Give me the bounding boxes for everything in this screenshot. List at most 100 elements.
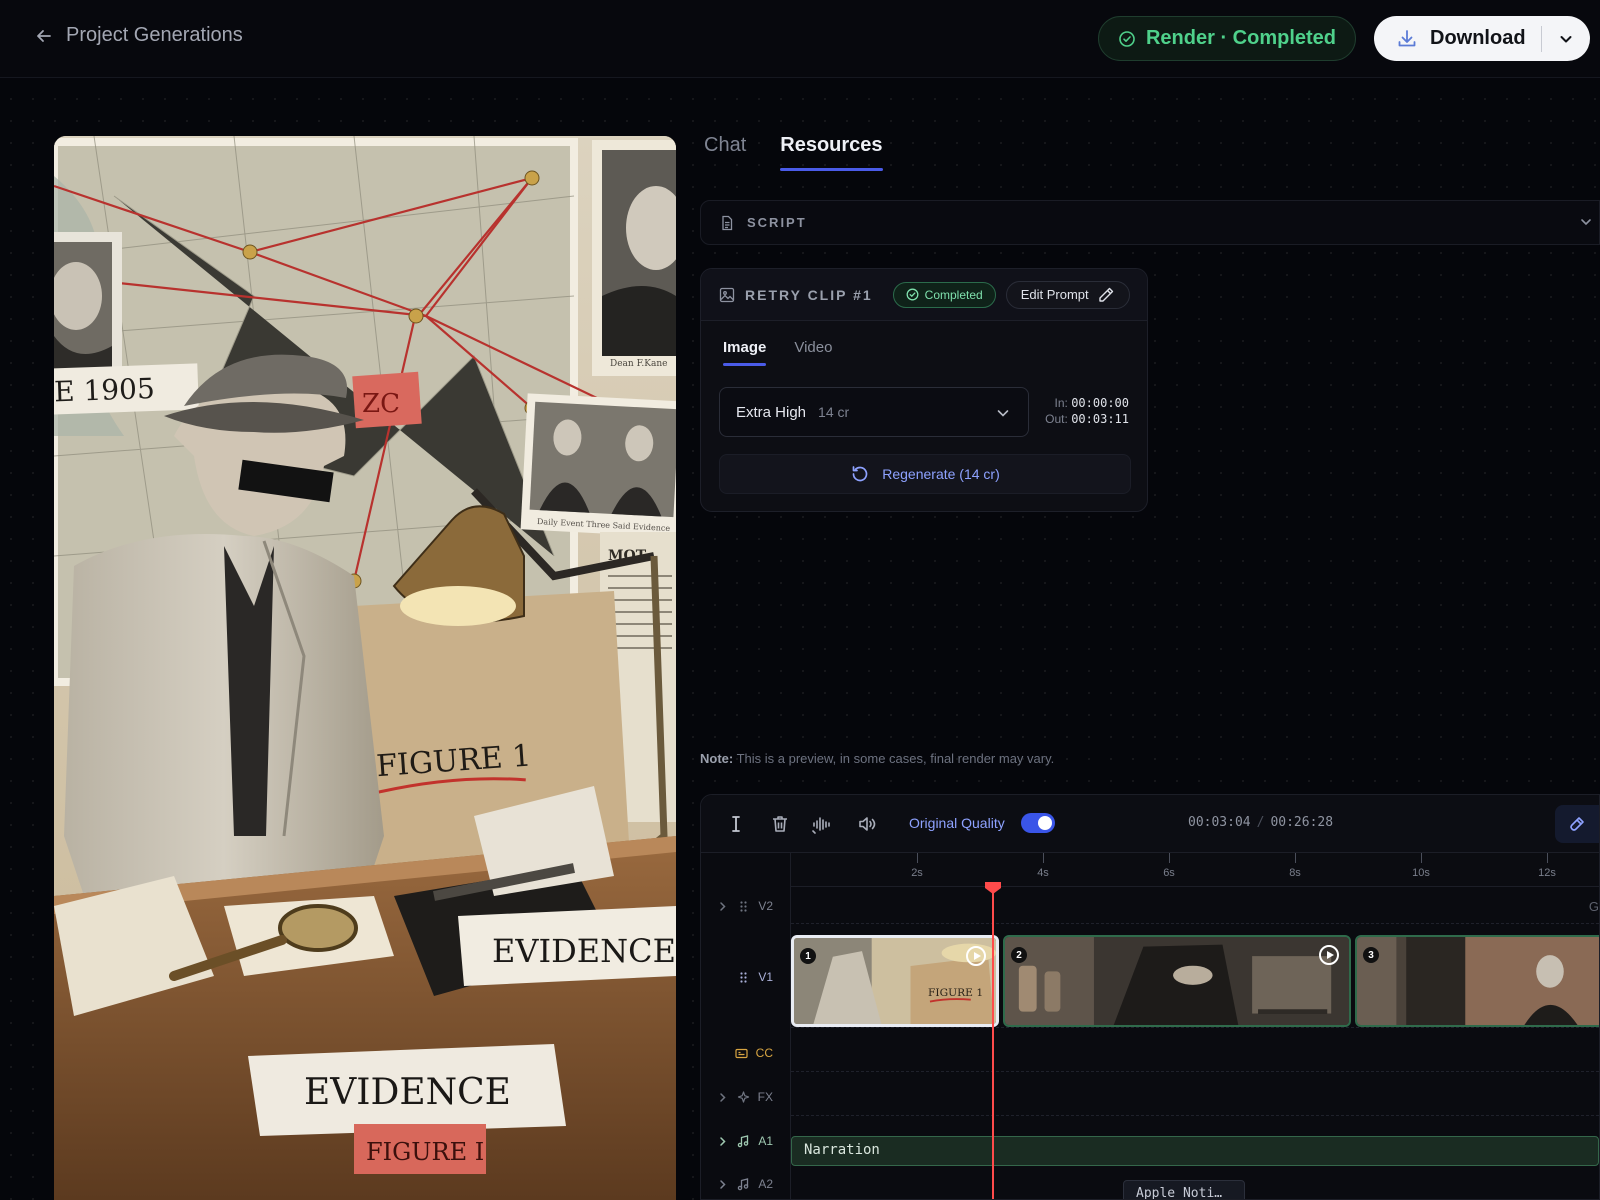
- clip-number: 2: [1011, 947, 1027, 963]
- download-options-button[interactable]: [1542, 16, 1590, 61]
- chevron-right-icon: [719, 1092, 726, 1102]
- total-time: 00:26:28: [1270, 815, 1334, 830]
- trash-icon[interactable]: [769, 813, 791, 835]
- clip-thumbnail: [1357, 937, 1599, 1025]
- track-v1-name: V1: [758, 970, 773, 984]
- chevron-down-icon: [1581, 219, 1591, 226]
- clip-card-header: RETRY CLIP #1 Completed Edit Prompt: [701, 269, 1147, 321]
- tab-resources[interactable]: Resources: [780, 134, 883, 171]
- timeline-toolbar: Original Quality 00:03:04/00:26:28: [701, 795, 1599, 853]
- time-ruler: 2s 4s 6s 8s 10s 12s: [791, 853, 1599, 887]
- original-quality-label: Original Quality: [909, 815, 1005, 831]
- clip-title: RETRY CLIP #1: [745, 286, 873, 303]
- track-a1-lane: [791, 1115, 1599, 1116]
- clip-status-badge: Completed: [892, 281, 996, 308]
- text-cursor-icon[interactable]: [725, 813, 747, 835]
- clip-thumbnail: [1005, 937, 1349, 1025]
- play-circle-icon[interactable]: [1319, 945, 1339, 965]
- track-fx-name: FX: [757, 1090, 773, 1104]
- narration-audio-clip[interactable]: Narration: [791, 1136, 1599, 1166]
- evidence-right-label: EVIDENCE: [492, 932, 676, 970]
- retry-clip-card: RETRY CLIP #1 Completed Edit Prompt Imag…: [700, 268, 1148, 512]
- edit-prompt-button[interactable]: Edit Prompt: [1005, 280, 1130, 309]
- drag-handle-icon: [740, 971, 747, 983]
- evidence-bottom-label: EVIDENCE: [304, 1072, 511, 1113]
- track-v2-label[interactable]: V2: [701, 889, 791, 923]
- in-out-times: In: 00:00:00 Out: 00:03:11: [1045, 395, 1129, 427]
- play-circle-icon[interactable]: [966, 946, 986, 966]
- ruler-tick: [917, 853, 918, 863]
- video-preview[interactable]: Dean F.Kane Daily Event Three Said Evide…: [54, 136, 676, 1200]
- check-circle-icon: [1119, 30, 1135, 47]
- ruler-tick-label: 8s: [1289, 867, 1301, 879]
- tab-chat[interactable]: Chat: [704, 134, 746, 171]
- ruler-tick: [1169, 853, 1170, 863]
- in-value: 00:00:00: [1071, 396, 1129, 410]
- back-label: Project Generations: [66, 24, 243, 46]
- ruler-tick: [1043, 853, 1044, 863]
- track-a2-label[interactable]: A2: [701, 1169, 791, 1199]
- note-bold: Note:: [700, 751, 734, 766]
- track-v2-lane: [791, 923, 1599, 924]
- track-cc-lane: [791, 1027, 1599, 1028]
- video-clip-3[interactable]: 3: [1355, 935, 1599, 1027]
- chevron-down-icon: [1560, 35, 1572, 42]
- original-quality-toggle[interactable]: [1021, 813, 1055, 833]
- chevron-right-icon: [720, 901, 726, 911]
- drag-handle-icon: [740, 900, 747, 912]
- track-cc-label[interactable]: CC: [701, 1038, 791, 1068]
- snap-button[interactable]: [1555, 805, 1599, 843]
- chevron-down-icon: [997, 410, 1009, 417]
- track-fx-label[interactable]: FX: [701, 1082, 791, 1112]
- subtab-video[interactable]: Video: [794, 339, 832, 366]
- script-section-header[interactable]: SCRIPT: [700, 200, 1600, 245]
- track-v1-label[interactable]: V1: [701, 929, 791, 1025]
- edit-prompt-label: Edit Prompt: [1020, 287, 1089, 302]
- quality-value: Extra High: [736, 403, 807, 421]
- back-link[interactable]: Project Generations: [34, 24, 243, 47]
- regenerate-button[interactable]: Regenerate (14 cr): [719, 454, 1131, 494]
- render-status-text: Render · Completed: [1145, 27, 1337, 49]
- download-label: Download: [1430, 27, 1526, 49]
- document-icon: [722, 215, 733, 230]
- photo-caption: Dean F.Kane: [610, 359, 667, 369]
- download-button[interactable]: Download: [1374, 16, 1541, 61]
- timecode-readout: 00:03:04/00:26:28: [1188, 815, 1334, 830]
- apple-notification-audio-clip[interactable]: Apple Noti…: [1123, 1180, 1245, 1199]
- ruler-tick-label: 4s: [1037, 867, 1049, 879]
- in-label: In:: [1054, 396, 1068, 410]
- track-v1-lane: FIGURE 1 1 2 3: [791, 935, 1599, 1027]
- clip-thumbnail: FIGURE 1: [794, 938, 996, 1024]
- clip-thumbnail-text: FIGURE 1: [928, 987, 983, 999]
- sparkle-icon: [737, 1090, 749, 1103]
- subtab-image[interactable]: Image: [723, 339, 767, 366]
- track-cc-name: CC: [755, 1046, 773, 1060]
- video-clip-2[interactable]: 2: [1003, 935, 1351, 1027]
- download-split-button: Download: [1374, 16, 1590, 61]
- timeline-editor: Original Quality 00:03:04/00:26:28 2s 4s 6…: [700, 794, 1600, 1200]
- ruler-tick-label: 2s: [911, 867, 923, 879]
- track-v2-name: V2: [758, 899, 773, 913]
- waveform-icon[interactable]: [811, 813, 833, 835]
- volume-icon[interactable]: [856, 813, 878, 835]
- preview-note: Note: This is a preview, in some cases, …: [700, 751, 1054, 766]
- regenerate-label: Regenerate (14 cr): [882, 466, 1000, 482]
- chevron-right-icon: [720, 1136, 726, 1146]
- ruler-tick: [1547, 853, 1548, 863]
- clip-subtabs: Image Video: [701, 321, 1147, 366]
- video-clip-1[interactable]: FIGURE 1 1: [791, 935, 999, 1027]
- refresh-icon: [852, 466, 868, 482]
- ruler-tick: [1295, 853, 1296, 863]
- clip-status-text: Completed: [924, 287, 983, 302]
- track-a2-name: A2: [758, 1177, 773, 1191]
- script-label: SCRIPT: [747, 215, 807, 230]
- playhead-line[interactable]: [992, 887, 994, 1199]
- download-icon: [1398, 29, 1416, 46]
- ghost-label: G: [1588, 899, 1599, 914]
- top-bar: Project Generations Render · Completed D…: [0, 0, 1600, 78]
- track-a1-label[interactable]: A1: [701, 1126, 791, 1156]
- image-icon: [719, 287, 735, 302]
- panel-tabs: Chat Resources: [704, 134, 883, 171]
- pencil-icon: [1098, 287, 1113, 302]
- quality-select[interactable]: Extra High 14 cr: [719, 387, 1029, 437]
